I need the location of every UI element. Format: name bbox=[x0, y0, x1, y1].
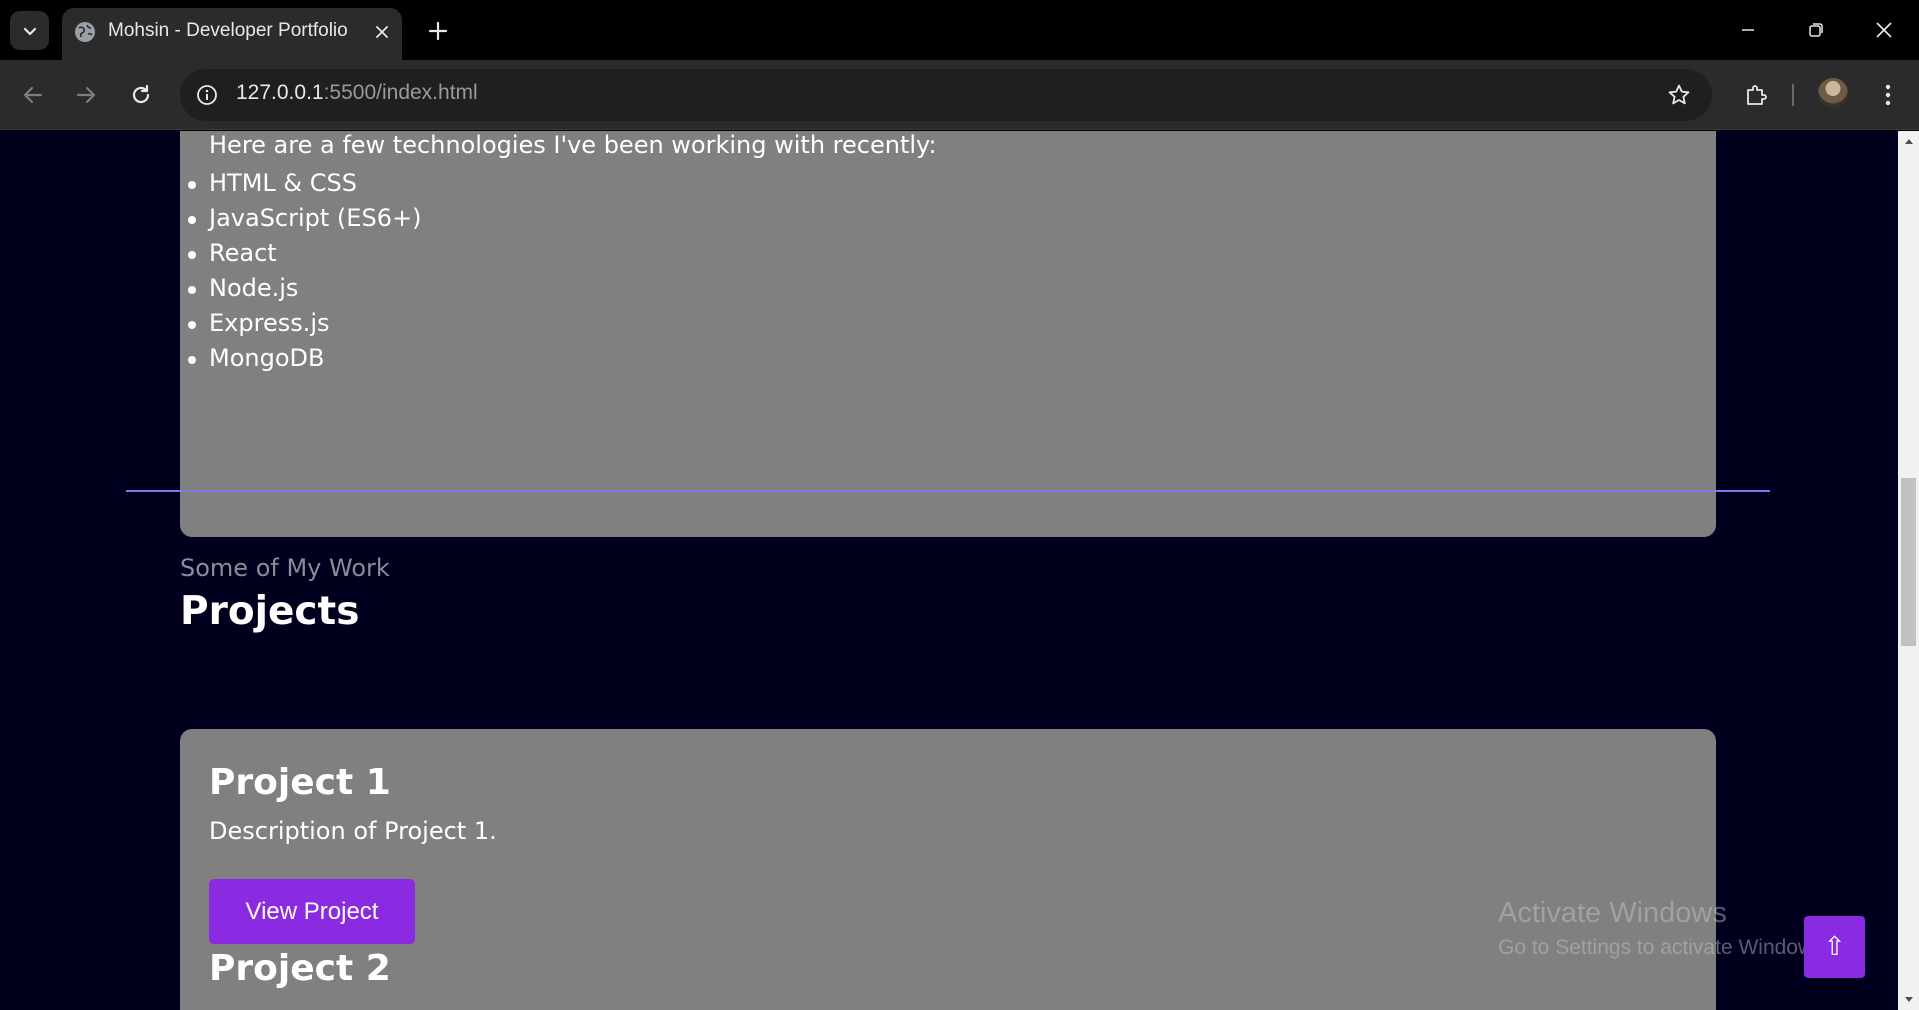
address-bar[interactable]: 127.0.0.1:5500/index.html bbox=[180, 69, 1712, 121]
scroll-up-arrow-icon[interactable] bbox=[1898, 131, 1919, 151]
projects-title: Projects bbox=[180, 589, 360, 634]
profile-avatar[interactable] bbox=[1818, 78, 1848, 108]
toolbar-separator bbox=[1792, 84, 1794, 106]
project-title: Project 1 bbox=[209, 762, 391, 803]
minimize-icon bbox=[1742, 29, 1754, 31]
about-card: Here are a few technologies I've been wo… bbox=[180, 131, 1716, 537]
url-path: :5500/index.html bbox=[323, 81, 478, 104]
chevron-down-icon bbox=[23, 27, 36, 35]
browser-toolbar: 127.0.0.1:5500/index.html bbox=[0, 60, 1919, 130]
projects-subheading: Some of My Work bbox=[180, 554, 390, 582]
projects-card: Project 1 Description of Project 1. View… bbox=[180, 729, 1716, 1010]
arrow-up-icon: ⇧ bbox=[1823, 932, 1846, 962]
skill-item: JavaScript (ES6+) bbox=[187, 201, 421, 236]
activate-windows-subtitle: Go to Settings to activate Windows. bbox=[1498, 936, 1830, 959]
restore-icon bbox=[1809, 23, 1823, 37]
browser-tab-active[interactable]: Mohsin - Developer Portfolio bbox=[62, 8, 402, 60]
new-tab-button[interactable] bbox=[422, 15, 454, 47]
browser-menu-button[interactable] bbox=[1870, 77, 1906, 113]
restore-button[interactable] bbox=[1794, 10, 1838, 50]
site-info-icon[interactable] bbox=[193, 81, 221, 109]
close-window-button[interactable] bbox=[1862, 10, 1906, 50]
url-host: 127.0.0.1 bbox=[236, 81, 324, 104]
puzzle-icon bbox=[1747, 85, 1767, 105]
arrow-left-icon bbox=[23, 86, 43, 104]
minimize-button[interactable] bbox=[1726, 10, 1770, 50]
back-button[interactable] bbox=[15, 77, 51, 113]
view-project-button[interactable]: View Project bbox=[209, 879, 415, 944]
close-tab-icon[interactable] bbox=[368, 18, 396, 46]
close-icon bbox=[1876, 22, 1892, 38]
skills-list: HTML & CSS JavaScript (ES6+) React Node.… bbox=[187, 166, 421, 376]
forward-button[interactable] bbox=[68, 77, 104, 113]
reload-button[interactable] bbox=[123, 77, 159, 113]
skills-intro: Here are a few technologies I've been wo… bbox=[209, 131, 937, 159]
skill-item: Node.js bbox=[187, 271, 421, 306]
browser-tab-bar: Mohsin - Developer Portfolio bbox=[0, 0, 1919, 60]
plus-icon bbox=[428, 21, 448, 41]
reload-icon bbox=[132, 84, 150, 104]
skill-item: Express.js bbox=[187, 306, 421, 341]
extensions-button[interactable] bbox=[1738, 77, 1774, 113]
scroll-down-arrow-icon[interactable] bbox=[1898, 990, 1919, 1010]
project-title: Project 2 bbox=[209, 948, 391, 989]
globe-icon bbox=[75, 22, 95, 42]
skill-item: MongoDB bbox=[187, 341, 421, 376]
kebab-menu-icon bbox=[1885, 84, 1891, 106]
bookmark-star-icon[interactable] bbox=[1664, 80, 1694, 110]
skill-item: HTML & CSS bbox=[187, 166, 421, 201]
activate-windows-title: Activate Windows bbox=[1498, 897, 1727, 929]
tab-title: Mohsin - Developer Portfolio bbox=[108, 20, 348, 41]
tab-search-button[interactable] bbox=[10, 11, 49, 50]
skill-item: React bbox=[187, 236, 421, 271]
arrow-right-icon bbox=[76, 86, 96, 104]
scrollbar-thumb[interactable] bbox=[1901, 478, 1916, 646]
section-divider bbox=[126, 490, 1770, 492]
url-text: 127.0.0.1:5500/index.html bbox=[236, 81, 478, 105]
project-description: Description of Project 1. bbox=[209, 817, 497, 845]
page-viewport: Here are a few technologies I've been wo… bbox=[0, 131, 1898, 1010]
scroll-to-top-button[interactable]: ⇧ bbox=[1804, 916, 1865, 978]
page-scrollbar[interactable] bbox=[1898, 131, 1919, 1010]
